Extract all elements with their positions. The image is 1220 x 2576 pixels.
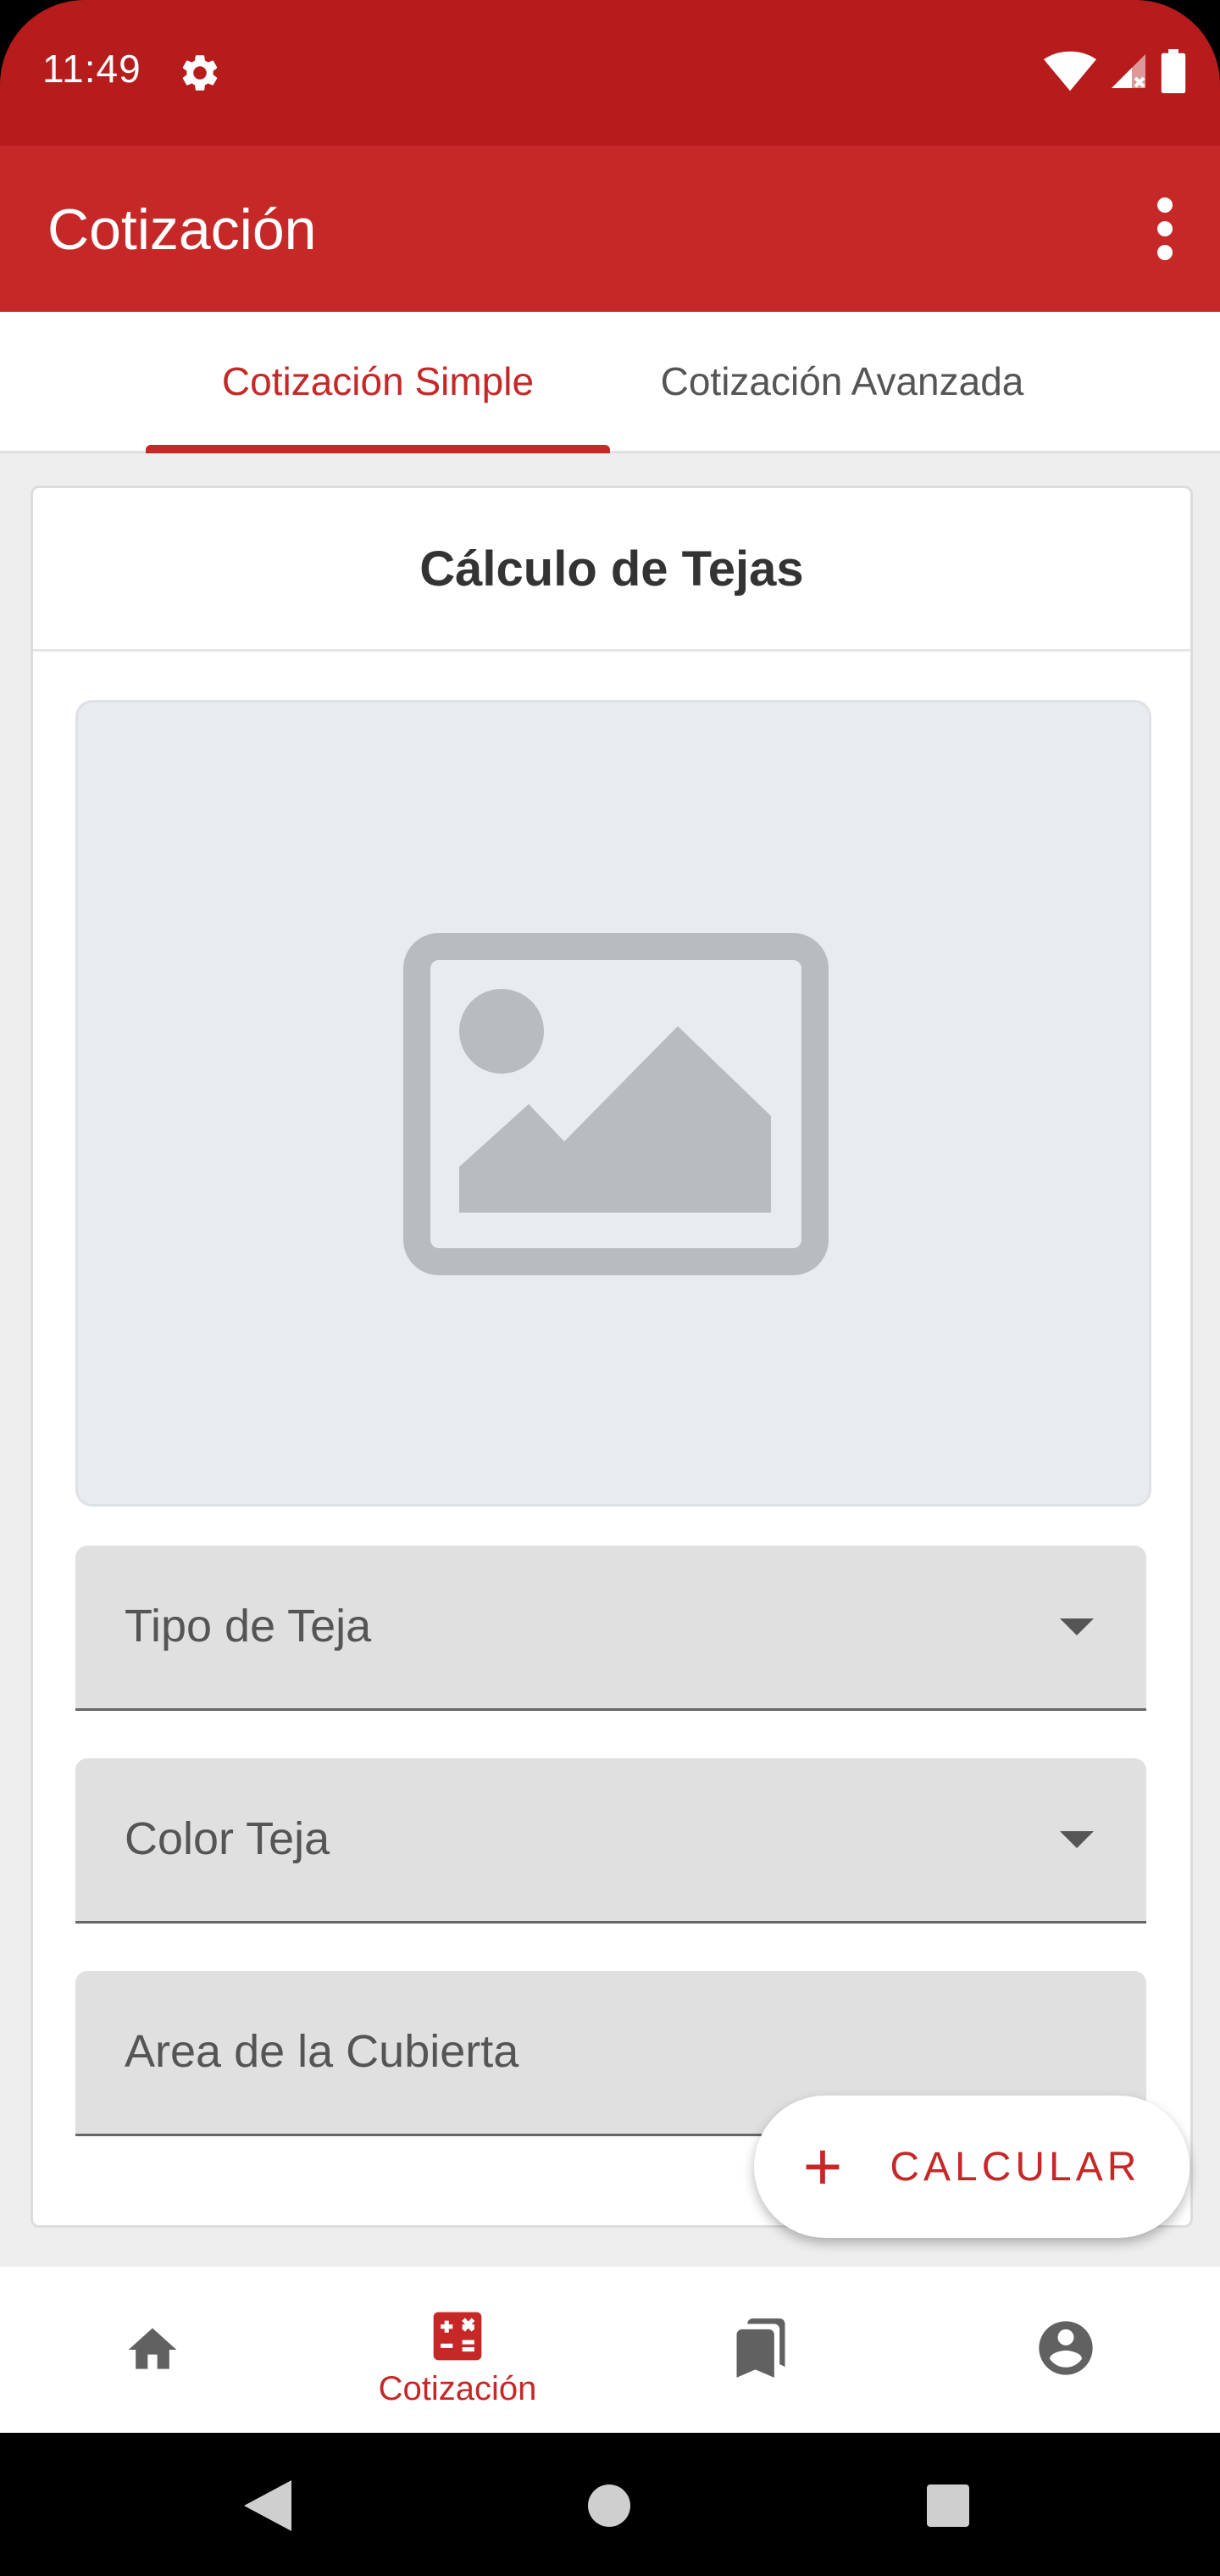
status-bar: 11:49 xyxy=(0,0,1220,146)
area-cubierta-label: Area de la Cubierta xyxy=(125,2026,519,2077)
calculator-icon xyxy=(433,2312,482,2361)
app-bar-title: Cotización xyxy=(47,197,317,262)
tab-cotizacion-simple[interactable]: Cotización Simple xyxy=(146,312,610,451)
phone-screen: 11:49 Cotización Cotización Simple Cotiz… xyxy=(0,0,1220,2576)
cell-signal-icon xyxy=(1112,54,1145,88)
status-time: 11:49 xyxy=(42,47,141,91)
dropdown-arrow-icon xyxy=(1060,1831,1094,1848)
home-circle-icon[interactable] xyxy=(586,2480,632,2531)
plus-icon: + xyxy=(802,2129,843,2204)
tab-indicator xyxy=(146,445,610,453)
color-teja-dropdown[interactable]: Color Teja xyxy=(75,1758,1146,1924)
nav-item-account[interactable] xyxy=(915,2267,1220,2433)
wifi-icon xyxy=(1044,51,1096,92)
tab-bar: Cotización Simple Cotización Avanzada xyxy=(0,312,1220,453)
recents-square-icon[interactable] xyxy=(925,2480,971,2531)
calcular-button[interactable]: + CALCULAR xyxy=(754,2096,1190,2238)
image-placeholder-icon xyxy=(403,933,829,1275)
tab-cotizacion-avanzada[interactable]: Cotización Avanzada xyxy=(610,312,1074,451)
bookmarks-icon xyxy=(736,2318,785,2378)
bottom-navigation: Cotización xyxy=(0,2267,1220,2433)
nav-item-home[interactable] xyxy=(0,2267,305,2433)
status-icons xyxy=(1044,49,1186,93)
tipo-de-teja-dropdown[interactable]: Tipo de Teja xyxy=(75,1546,1146,1711)
dropdown-arrow-icon xyxy=(1060,1618,1094,1635)
app-bar: Cotización xyxy=(0,146,1220,312)
card-header: Cálculo de Tejas xyxy=(33,488,1190,652)
tipo-de-teja-label: Tipo de Teja xyxy=(125,1601,372,1652)
system-navigation-bar xyxy=(0,2433,1220,2576)
battery-icon xyxy=(1161,49,1186,93)
more-vert-icon[interactable] xyxy=(1144,195,1186,263)
calculation-card: Cálculo de Tejas Tipo de Teja Color Teja… xyxy=(30,486,1193,2228)
color-teja-label: Color Teja xyxy=(125,1813,330,1864)
settings-gear-icon xyxy=(182,55,218,91)
nav-item-bookmarks[interactable] xyxy=(610,2267,915,2433)
main-content: Cálculo de Tejas Tipo de Teja Color Teja… xyxy=(0,453,1220,2267)
image-placeholder xyxy=(75,700,1151,1507)
card-title: Cálculo de Tejas xyxy=(419,541,804,597)
nav-item-cotizacion[interactable]: Cotización xyxy=(305,2267,610,2433)
account-circle-icon xyxy=(1039,2321,1093,2375)
home-icon xyxy=(128,2328,177,2369)
nav-label-cotizacion: Cotización xyxy=(378,2370,537,2407)
back-icon[interactable] xyxy=(244,2480,291,2531)
calcular-label: CALCULAR xyxy=(890,2144,1141,2190)
